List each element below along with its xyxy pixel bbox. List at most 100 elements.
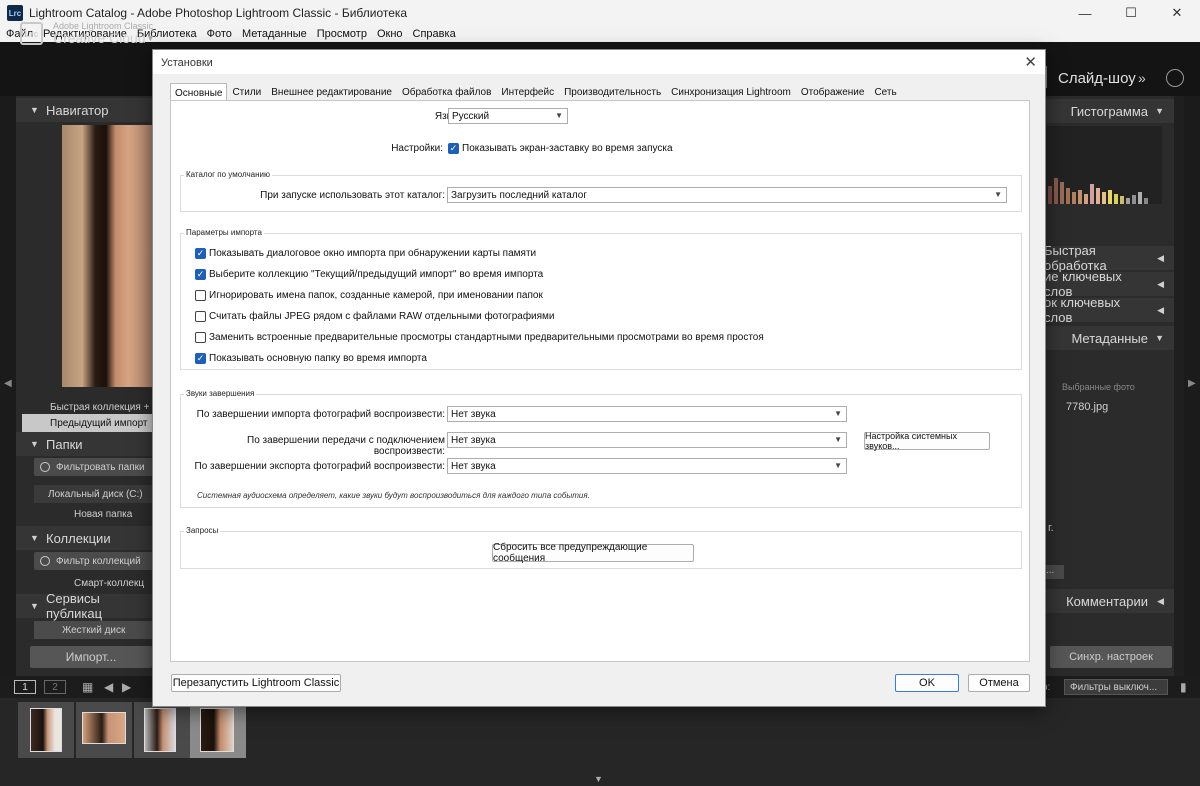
menu-help[interactable]: Справка (413, 28, 456, 40)
preferences-tabs: Основные Стили Внешнее редактирование Об… (170, 83, 902, 102)
keyword-list-header[interactable]: ок ключевых слов ◀ (1044, 295, 1174, 325)
tab-network[interactable]: Сеть (869, 83, 901, 101)
tab-interface[interactable]: Интерфейс (496, 83, 559, 101)
tab-external-editing[interactable]: Внешнее редактирование (266, 83, 397, 101)
show-parent-folder-checkbox[interactable]: ✓ Показывать основную папку во время имп… (195, 351, 427, 365)
publish-services-header[interactable]: ▼ Сервисы публикац (16, 591, 156, 621)
cancel-button[interactable]: Отмена (968, 674, 1030, 692)
menu-view[interactable]: Просмотр (317, 28, 367, 40)
import-sound-select[interactable]: Нет звука ▼ (447, 406, 847, 422)
brand-name[interactable]: Creative Cloud (53, 30, 146, 46)
dialog-titlebar: Установки ✕ (153, 50, 1045, 74)
identity-plate-icon[interactable] (1166, 69, 1184, 87)
expand-triangle-icon: ▼ (30, 601, 39, 611)
menu-window[interactable]: Окно (377, 28, 403, 40)
menu-photo[interactable]: Фото (207, 28, 232, 40)
histogram (1046, 126, 1162, 204)
filter-folders-input[interactable]: Фильтровать папки (34, 458, 154, 476)
tab-display[interactable]: Отображение (796, 83, 870, 101)
module-slideshow[interactable]: Слайд-шоу (1058, 70, 1136, 87)
reset-warnings-button[interactable]: Сбросить все предупреждающие сообщения (492, 542, 694, 564)
expand-triangle-icon: ▼ (30, 105, 39, 115)
checkmark-icon: ✓ (448, 142, 459, 154)
export-sound-select[interactable]: Нет звука ▼ (447, 458, 847, 474)
forward-arrow-icon[interactable]: ▶ (122, 680, 131, 694)
minimize-button[interactable]: — (1062, 0, 1108, 26)
navigator-header[interactable]: ▼ Навигатор (16, 98, 156, 122)
collapse-triangle-icon: ◀ (1157, 279, 1164, 289)
import-sound-label: По завершении импорта фотографий воспрои… (196, 409, 445, 420)
tab-presets[interactable]: Стили (227, 83, 266, 101)
select-import-collection-checkbox[interactable]: ✓ Выберите коллекцию "Текущий/предыдущий… (195, 267, 543, 281)
system-sounds-button[interactable]: Настройка системных звуков... (864, 431, 990, 451)
metadata-header[interactable]: Метаданные ▼ (1044, 326, 1174, 350)
close-icon[interactable]: ✕ (1024, 53, 1037, 71)
collapse-left-icon[interactable]: ◀ (4, 378, 12, 389)
folders-header[interactable]: ▼ Папки (16, 432, 156, 456)
collections-header[interactable]: ▼ Коллекции (16, 526, 156, 550)
photo-thumbnail (30, 708, 62, 752)
filmstrip-thumbnail[interactable] (18, 702, 74, 758)
metadata-button[interactable]: ... (1044, 565, 1064, 579)
secondary-window-button[interactable]: 2 (44, 680, 66, 694)
search-icon (40, 556, 50, 566)
tab-lightroom-sync[interactable]: Синхронизация Lightroom (666, 83, 796, 101)
chevron-down-icon: ▼ (555, 111, 563, 120)
filter-lock-icon[interactable]: ▮ (1180, 680, 1187, 694)
dialog-title: Установки (161, 57, 213, 69)
tether-sound-select[interactable]: Нет звука ▼ (447, 432, 847, 448)
prompts-title: Запросы (184, 526, 221, 535)
metadata-filename[interactable]: 7780.jpg (1066, 401, 1108, 413)
folders-title: Папки (46, 436, 83, 452)
completion-sounds-group: Звуки завершения По завершении импорта ф… (180, 389, 1022, 508)
primary-window-button[interactable]: 1 (14, 680, 36, 694)
sync-settings-button[interactable]: Синхр. настроек (1050, 646, 1172, 668)
filmstrip-thumbnail[interactable] (76, 702, 132, 758)
local-disk[interactable]: Локальный диск (C:) (34, 485, 154, 503)
tab-performance[interactable]: Производительность (559, 83, 666, 101)
menubar: Файл Редактирование Библиотека Фото Мета… (0, 26, 1200, 42)
more-modules-icon[interactable]: » (1138, 70, 1146, 86)
navigator-preview[interactable] (62, 125, 154, 387)
filter-collections-input[interactable]: Фильтр коллекций (34, 552, 154, 570)
collapse-triangle-icon: ◀ (1157, 305, 1164, 315)
collapse-triangle-icon: ◀ (1157, 596, 1164, 606)
previous-import[interactable]: Предыдущий импорт (22, 414, 156, 432)
menu-metadata[interactable]: Метаданные (242, 28, 307, 40)
catalog-label: При запуске использовать этот каталог: (260, 190, 445, 201)
import-dialog-on-card-checkbox[interactable]: ✓ Показывать диалоговое окно импорта при… (195, 246, 536, 260)
splash-screen-checkbox[interactable]: ✓ Показывать экран-заставку во время зап… (448, 141, 673, 155)
new-folder[interactable]: Новая папка (74, 505, 132, 523)
catalog-select[interactable]: Загрузить последний каталог ▼ (447, 187, 1007, 203)
close-window-button[interactable]: ✕ (1154, 0, 1200, 26)
filmstrip-filter-select[interactable]: Фильтры выключ... (1064, 679, 1168, 695)
ok-button[interactable]: OK (895, 674, 959, 692)
window-titlebar: Lrc Lightroom Catalog - Adobe Photoshop … (0, 0, 1200, 26)
collapse-right-icon[interactable]: ▶ (1188, 378, 1196, 389)
grid-icon[interactable]: ▦ (82, 680, 93, 694)
comments-header[interactable]: Комментарии ◀ (1044, 589, 1174, 613)
back-arrow-icon[interactable]: ◀ (104, 680, 113, 694)
photo-thumbnail (82, 712, 126, 744)
chevron-down-icon[interactable]: ▼ (146, 33, 155, 43)
selected-photos-label: Выбранные фото (1062, 382, 1135, 392)
filmstrip-thumbnail-selected[interactable] (190, 702, 246, 758)
hard-disk-service[interactable]: Жесткий диск (34, 621, 154, 639)
export-sound-label: По завершении экспорта фотографий воспро… (194, 461, 446, 472)
quick-develop-header[interactable]: Быстрая обработка ◀ (1044, 243, 1174, 273)
filmstrip-thumbnail[interactable] (134, 702, 190, 758)
language-select[interactable]: Русский ▼ (448, 108, 568, 124)
import-button[interactable]: Импорт... (30, 646, 152, 668)
keywording-header[interactable]: ие ключевых слов ◀ (1044, 269, 1174, 299)
tether-sound-label: По завершении передачи с подключением во… (247, 435, 445, 457)
restart-lightroom-button[interactable]: Перезапустить Lightroom Classic (171, 674, 341, 692)
maximize-button[interactable]: ☐ (1108, 0, 1154, 26)
histogram-header[interactable]: Гистограмма ▼ (1044, 99, 1174, 123)
smart-collections[interactable]: Смарт-коллекц (74, 574, 144, 592)
tab-file-handling[interactable]: Обработка файлов (397, 83, 496, 101)
filmstrip-collapse-icon[interactable]: ▼ (594, 774, 603, 784)
replace-embedded-previews-checkbox[interactable]: Заменить встроенные предварительные прос… (195, 330, 764, 344)
ignore-camera-folder-names-checkbox[interactable]: Игнорировать имена папок, созданные каме… (195, 288, 543, 302)
jpeg-raw-separate-checkbox[interactable]: Считать файлы JPEG рядом с файлами RAW о… (195, 309, 555, 323)
lrc-logo: Lrc (20, 22, 43, 45)
